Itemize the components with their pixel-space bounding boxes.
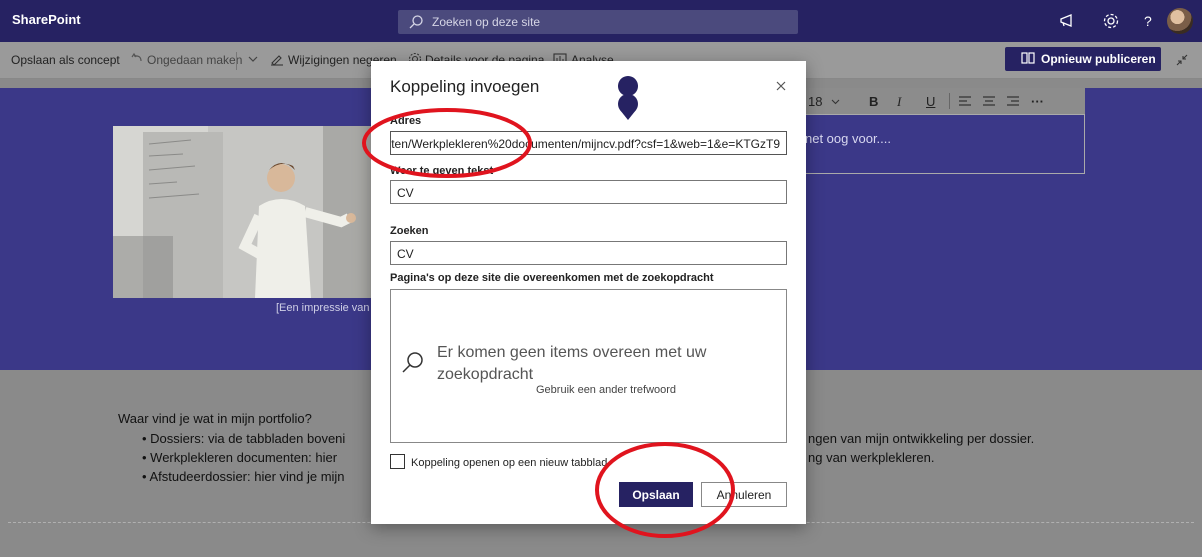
help-icon[interactable]: ? xyxy=(1138,11,1158,31)
results-list[interactable]: Er komen geen items overeen met uw zoeko… xyxy=(390,289,787,443)
display-text-field[interactable]: CV xyxy=(390,180,787,204)
bullet-2: • Werkplekleren documenten: hier xyxy=(142,450,338,465)
search-value: CV xyxy=(397,247,414,261)
discard-icon[interactable] xyxy=(270,52,284,66)
insert-link-dialog: Koppeling invoegen Adres nenten/Werkplek… xyxy=(371,61,806,524)
open-new-tab-checkbox[interactable] xyxy=(390,454,405,469)
search-field[interactable]: CV xyxy=(390,241,787,265)
divider xyxy=(236,52,237,70)
close-icon[interactable] xyxy=(774,79,788,93)
search-label: Zoeken xyxy=(390,225,429,237)
undo-icon[interactable] xyxy=(130,52,144,66)
search-icon xyxy=(409,15,423,29)
results-label: Pagina's op deze site die overeenkomen m… xyxy=(390,272,714,284)
undo-button[interactable]: Ongedaan maken xyxy=(147,53,242,67)
search-icon xyxy=(402,352,423,373)
text-format-toolbar: 18 B I U ··· xyxy=(800,88,1085,114)
address-field[interactable]: nenten/Werkplekleren%20documenten/mijncv… xyxy=(390,131,787,155)
hero-text: net oog voor.... xyxy=(805,131,892,146)
collapse-icon[interactable] xyxy=(1174,52,1190,68)
bullet-1-text: Dossiers: via de tabbladen boveni xyxy=(150,431,346,446)
bullet-3-text: Afstudeerdossier: hier vind je mijn xyxy=(149,469,345,484)
avatar[interactable] xyxy=(1167,8,1193,34)
app-title[interactable]: SharePoint xyxy=(12,12,81,27)
site-search-box[interactable]: Zoeken op deze site xyxy=(398,10,798,34)
bullet-2-continued: ng van werkplekleren. xyxy=(808,450,935,465)
divider xyxy=(949,93,950,109)
no-results-hint: Gebruik een ander trefwoord xyxy=(536,384,677,396)
align-right-icon[interactable] xyxy=(1007,95,1019,107)
teacher-photo xyxy=(113,126,373,298)
font-size-select[interactable]: 18 xyxy=(808,94,822,109)
hero-image[interactable] xyxy=(113,126,373,298)
bullet-1: • Dossiers: via de tabbladen boveni xyxy=(142,431,346,446)
bullet-2-text: Werkplekleren documenten: hier xyxy=(150,450,338,465)
underline-button[interactable]: U xyxy=(926,94,935,109)
address-label: Adres xyxy=(390,115,422,127)
display-text-label: Weer te geven tekst xyxy=(390,165,494,177)
chevron-down-icon[interactable] xyxy=(831,97,840,106)
suite-header: SharePoint Zoeken op deze site ? xyxy=(0,0,1202,42)
republish-button[interactable]: Opnieuw publiceren xyxy=(1005,47,1161,71)
svg-text:?: ? xyxy=(1144,13,1152,29)
megaphone-icon[interactable] xyxy=(1057,11,1077,31)
align-left-icon[interactable] xyxy=(959,95,971,107)
display-text-value: CV xyxy=(397,186,414,200)
chevron-down-icon[interactable] xyxy=(246,52,260,66)
gear-icon[interactable] xyxy=(1101,11,1121,31)
cancel-button[interactable]: Annuleren xyxy=(701,482,787,507)
search-placeholder: Zoeken op deze site xyxy=(432,15,541,29)
bullet-1-continued: ngen van mijn ontwikkeling per dossier. xyxy=(808,431,1035,446)
more-options-button[interactable]: ··· xyxy=(1031,94,1044,109)
address-value: nenten/Werkplekleren%20documenten/mijncv… xyxy=(390,137,780,151)
image-caption[interactable]: [Een impressie van xyxy=(276,302,370,314)
dialog-title: Koppeling invoegen xyxy=(390,77,540,96)
save-button[interactable]: Opslaan xyxy=(619,482,693,507)
open-new-tab-label[interactable]: Koppeling openen op een nieuw tabblad xyxy=(411,457,607,469)
bold-button[interactable]: B xyxy=(869,94,878,109)
no-results-message: Er komen geen items overeen met uw zoeko… xyxy=(437,344,707,383)
portfolio-question: Waar vind je wat in mijn portfolio? xyxy=(118,411,312,426)
hero-text-box[interactable]: net oog voor.... xyxy=(800,114,1085,174)
align-center-icon[interactable] xyxy=(983,95,995,107)
save-draft-button[interactable]: Opslaan als concept xyxy=(11,53,120,67)
italic-button[interactable]: I xyxy=(897,94,901,110)
bullet-3: • Afstudeerdossier: hier vind je mijn xyxy=(142,469,345,484)
republish-label: Opnieuw publiceren xyxy=(1041,52,1156,66)
book-icon xyxy=(1021,52,1035,64)
